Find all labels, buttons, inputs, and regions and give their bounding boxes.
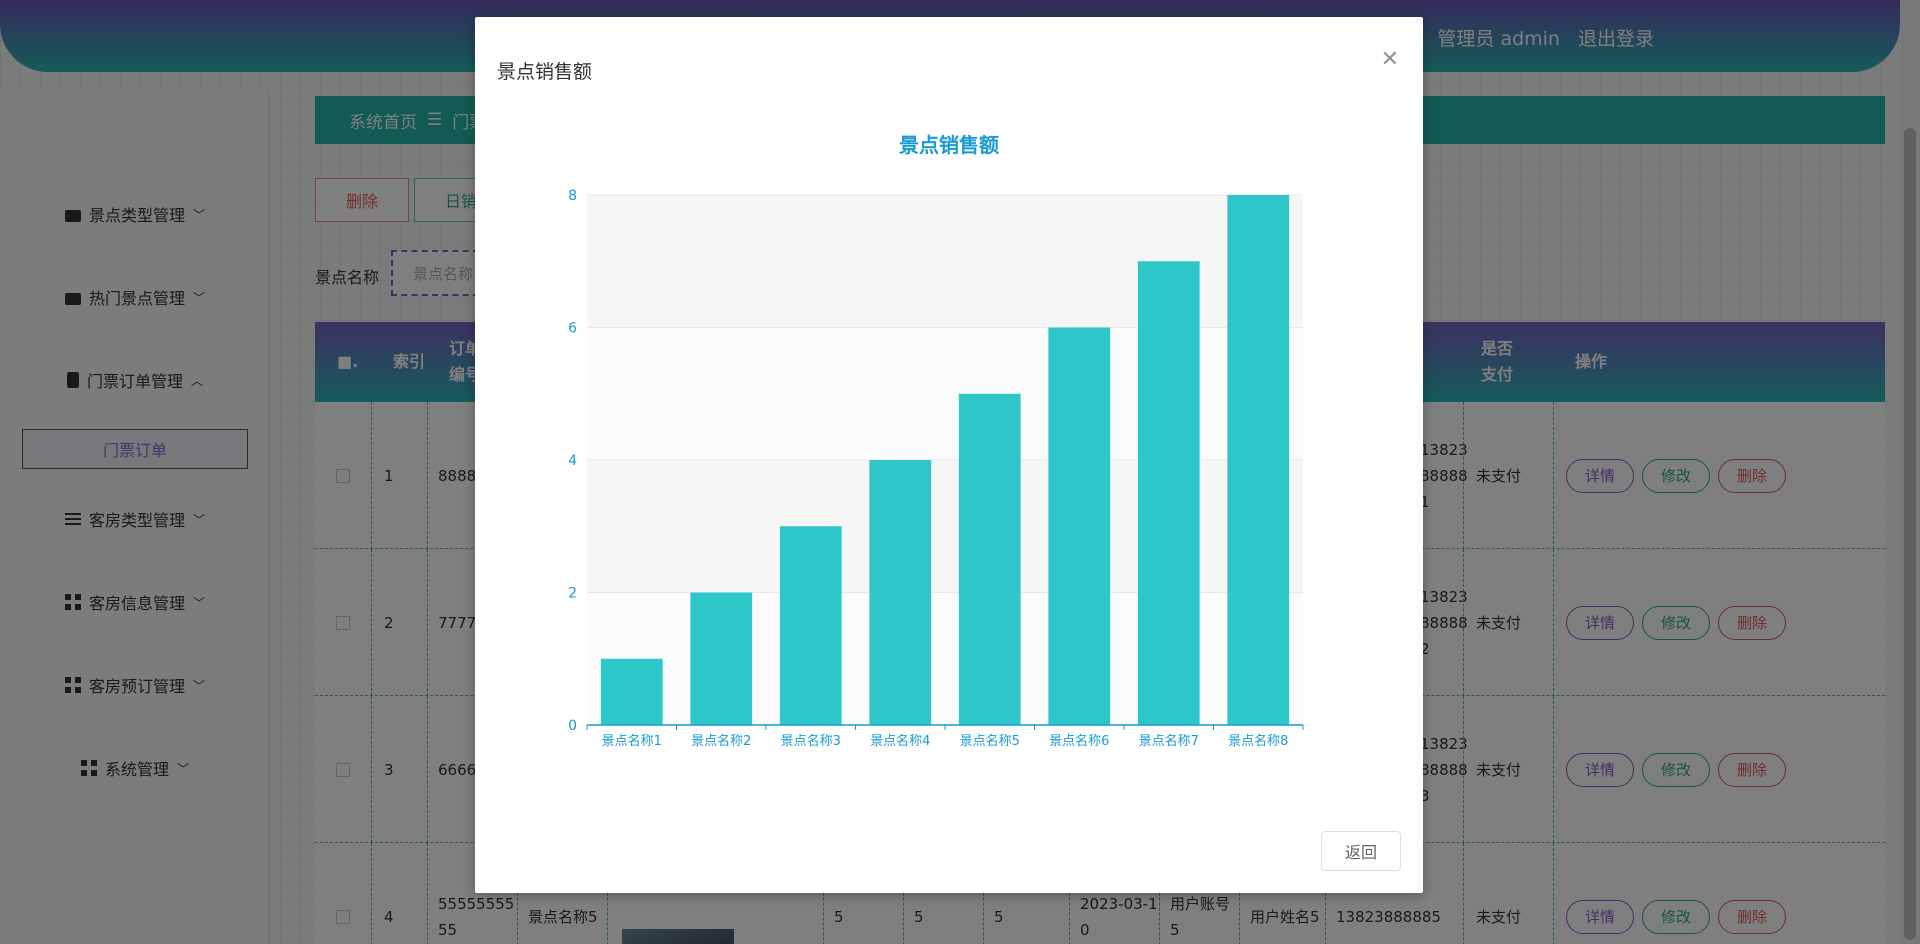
- dialog-title: 景点销售额: [497, 61, 593, 83]
- bar: [690, 592, 753, 725]
- x-tick-label: 景点名称2: [691, 733, 751, 749]
- y-tick-label: 4: [568, 453, 577, 469]
- chart-title: 景点销售额: [899, 133, 999, 157]
- x-tick-label: 景点名称1: [602, 733, 662, 749]
- x-tick-label: 景点名称5: [960, 733, 1020, 749]
- bar: [779, 526, 842, 725]
- bar-chart: 0 2 4 6 8 景点名称1 景点名称2 景点名称3 景点名称4 景点名称5 景点名称6 景点名称7…: [568, 188, 1304, 749]
- x-tick-label: 景点名称6: [1049, 733, 1109, 749]
- bar: [600, 658, 663, 725]
- return-button[interactable]: 返回: [1321, 831, 1401, 871]
- bar: [869, 460, 932, 725]
- y-tick-label: 6: [568, 321, 577, 337]
- bar: [1227, 195, 1290, 725]
- x-tick-label: 景点名称8: [1228, 733, 1288, 749]
- close-icon[interactable]: ✕: [1381, 49, 1399, 71]
- sales-dialog: 景点销售额 ✕ 景点销售额 0 2 4 6 8 景点名称1 景点名称2 景点名称3 景点名称4 景…: [475, 17, 1423, 893]
- bar: [1048, 327, 1111, 725]
- bar: [1137, 261, 1200, 725]
- x-tick-label: 景点名称7: [1139, 733, 1199, 749]
- x-tick-label: 景点名称3: [781, 733, 841, 749]
- y-tick-label: 0: [568, 718, 577, 734]
- x-tick-label: 景点名称4: [870, 733, 930, 749]
- chart-container: 景点销售额 0 2 4 6 8 景点名称1 景点名称2 景点名称3 景点名称4 景点名称5 景点名称…: [475, 107, 1423, 767]
- y-tick-label: 8: [568, 188, 577, 204]
- bar: [958, 393, 1021, 725]
- y-tick-label: 2: [568, 586, 577, 602]
